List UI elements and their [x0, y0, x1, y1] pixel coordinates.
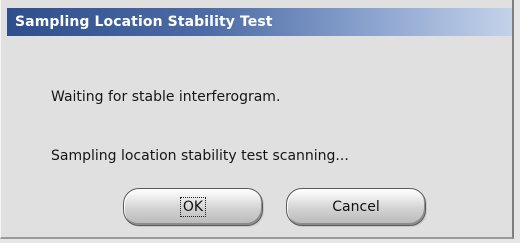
title-bar[interactable]: Sampling Location Stability Test — [7, 8, 512, 36]
status-message-waiting: Waiting for stable interferogram. — [51, 89, 281, 105]
ok-button[interactable]: OK — [123, 188, 263, 226]
ok-button-label: OK — [179, 197, 207, 217]
status-message-scanning: Sampling location stability test scannin… — [51, 148, 349, 164]
dialog-title: Sampling Location Stability Test — [15, 14, 273, 30]
cancel-button[interactable]: Cancel — [286, 188, 426, 226]
dialog-window: Sampling Location Stability Test Waiting… — [0, 0, 514, 239]
cancel-button-label: Cancel — [332, 199, 380, 215]
